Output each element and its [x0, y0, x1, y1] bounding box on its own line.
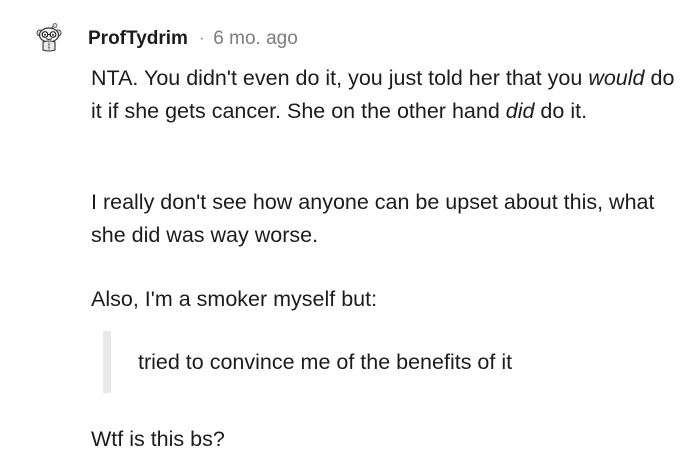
p1-emphasis-would: would [588, 66, 645, 90]
meta-separator: · [198, 30, 205, 47]
p1-text-e: do it. [534, 99, 588, 123]
user-avatar-icon[interactable] [34, 23, 64, 53]
author-username[interactable]: ProfTydrim [88, 28, 188, 50]
comment-timestamp[interactable]: 6 mo. ago [213, 28, 298, 50]
paragraph-1: NTA. You didn't even do it, you just tol… [91, 62, 691, 128]
paragraph-3: Also, I'm a smoker myself but: [91, 287, 378, 311]
snoo-avatar-icon [36, 23, 62, 52]
paragraph-2: I really don't see how anyone can be ups… [91, 190, 655, 247]
comment-meta: ProfTydrim · 6 mo. ago [88, 26, 298, 52]
blockquote: tried to convince me of the benefits of … [103, 331, 638, 393]
comment: ProfTydrim · 6 mo. ago NTA. You didn't e… [0, 0, 700, 458]
p1-emphasis-did: did [505, 99, 535, 123]
paragraph-4: Wtf is this bs? [91, 427, 225, 451]
blockquote-text: tried to convince me of the benefits of … [138, 349, 513, 374]
p1-text-a: NTA. You didn't even do it, you just tol… [91, 66, 589, 90]
